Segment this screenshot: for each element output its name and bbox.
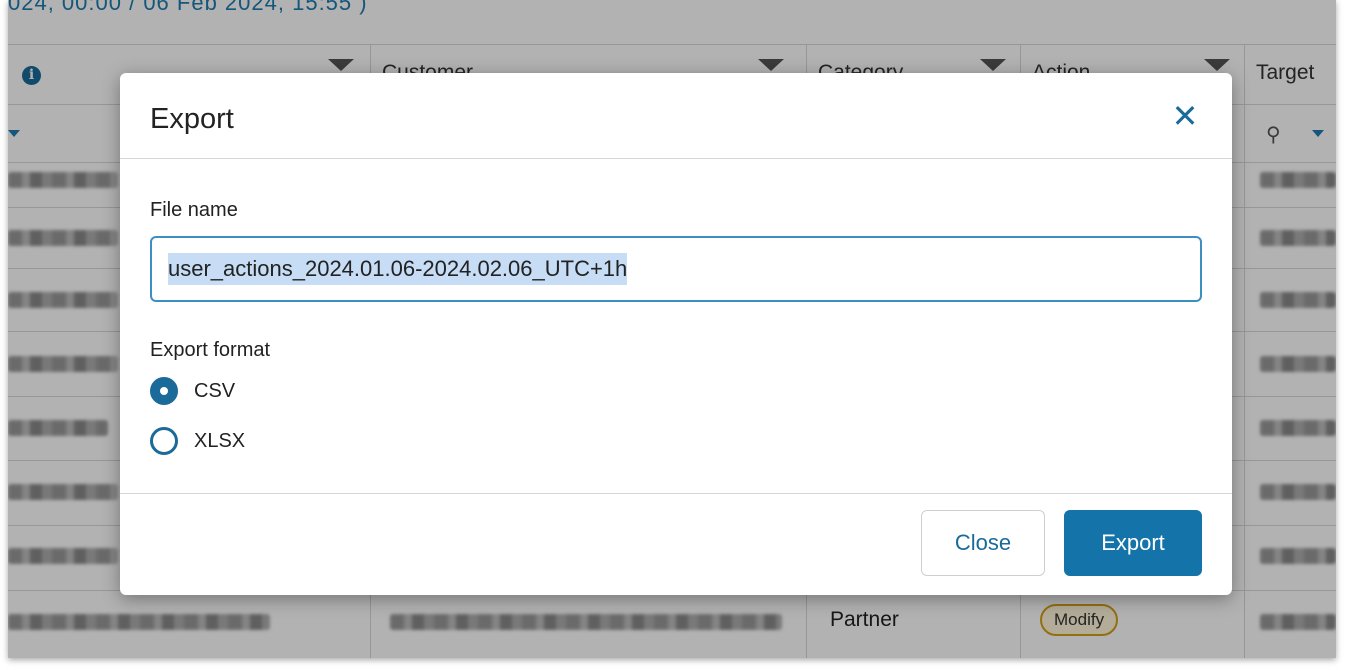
format-option-csv[interactable]: CSV [150,376,235,406]
export-dialog: Export ✕ File name user_actions_2024.01.… [120,73,1232,595]
close-button[interactable]: Close [921,510,1045,576]
dialog-footer-divider [120,493,1232,494]
dialog-header: Export ✕ [120,73,1232,159]
radio-unchecked-icon[interactable] [150,427,178,455]
format-option-xlsx[interactable]: XLSX [150,426,245,456]
file-name-input[interactable]: user_actions_2024.01.06-2024.02.06_UTC+1… [150,236,1202,302]
export-button[interactable]: Export [1064,510,1202,576]
radio-checked-icon[interactable] [150,377,178,405]
format-option-label: XLSX [194,429,246,452]
file-name-label: File name [150,199,238,221]
export-format-label: Export format [150,339,271,361]
close-icon[interactable]: ✕ [1168,99,1202,133]
format-option-label: CSV [194,379,236,402]
file-name-value[interactable]: user_actions_2024.01.06-2024.02.06_UTC+1… [168,253,628,285]
app-window: 024, 00:00 / 06 Feb 2024, 15:55 ) i Cust… [8,0,1336,658]
dialog-title: Export [150,103,234,135]
